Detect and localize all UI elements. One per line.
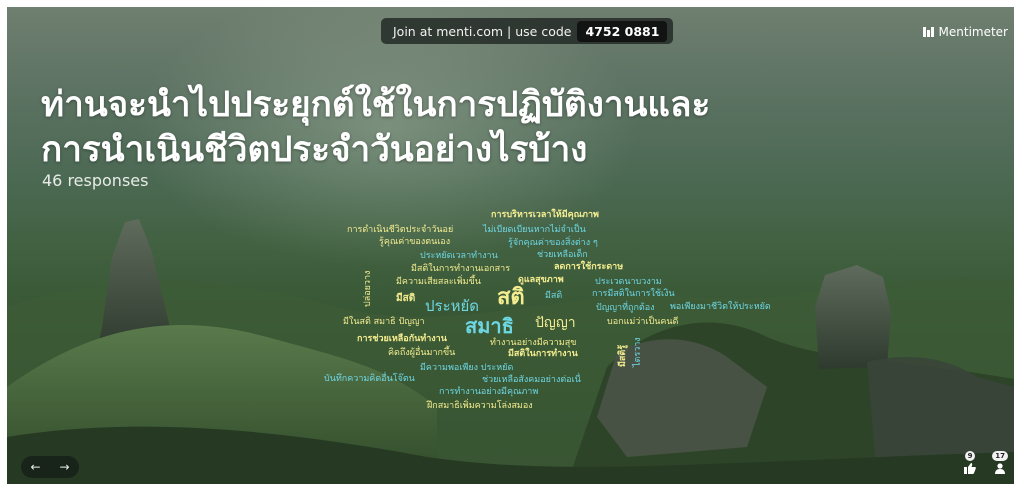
word-cloud-word: มีความเสียสละเพิ่มขึ้น	[396, 277, 481, 287]
word-cloud-word: มีในสติ สมาธิ ปัญญา	[343, 317, 425, 327]
word-cloud-word: บอกแม่ว่าเป็นคนดี	[607, 317, 679, 327]
word-cloud-word: คิดถึงผู้อื่นมากขึ้น	[388, 348, 456, 358]
slide-navigation: ← →	[21, 456, 79, 478]
word-cloud-word: ช่วยเหลือสังคมอย่างต่อเนื่	[482, 375, 581, 385]
reactions-counter[interactable]: 9	[964, 451, 976, 474]
word-cloud-word: มีสติรู้	[618, 344, 628, 367]
presentation-slide: Join at menti.com | use code 4752 0881 M…	[7, 7, 1014, 484]
word-cloud-word: ปัญญาที่ถูกต้อง	[596, 303, 655, 313]
word-cloud-word: ไตรวาง	[633, 337, 643, 367]
word-cloud-word: การมีสติในการใช้เงิน	[592, 289, 675, 299]
word-cloud-word: การบริหารเวลาให้มีคุณภาพ	[491, 210, 599, 220]
word-cloud-word: ประหยัดเวลาทำงาน	[420, 251, 498, 261]
word-cloud-word: รู้คุณค่าของตนเอง	[379, 237, 451, 247]
word-cloud-word: ลดการใช้กระดาษ	[554, 262, 624, 272]
word-cloud-word: พอเพียงมาชีวิตให้ประหยัด	[670, 302, 771, 312]
word-cloud-word: มีสติ	[396, 293, 416, 304]
word-cloud-word: มีสติในการทำงาน	[508, 349, 578, 359]
word-cloud-word: ปัญญา	[535, 315, 576, 331]
word-cloud-word: รู้จักคุณค่าของสิ่งต่าง ๆ	[508, 238, 598, 248]
previous-slide-button[interactable]: ←	[30, 460, 40, 474]
word-cloud-word: มีความพอเพียง ประหยัด	[420, 363, 514, 373]
word-cloud-word: ดูแลสุขภาพ	[518, 275, 564, 285]
word-cloud: การบริหารเวลาให้มีคุณภาพ การดำเนินชีวิตป…	[7, 7, 1014, 484]
thumbs-up-icon	[964, 463, 976, 474]
word-cloud-word: ประหยัด	[425, 297, 480, 315]
word-cloud-word: การทำงานอย่างมีคุณภาพ	[439, 387, 539, 397]
participants-counter[interactable]: 17	[992, 451, 1008, 474]
word-cloud-word: มีสติในการทำงานเอกสาร	[411, 264, 511, 274]
word-cloud-word: ไม่เบียดเบียนหากไม่จำเป็น	[483, 225, 586, 235]
word-cloud-word: การช่วยเหลือกันทำงาน	[357, 334, 447, 344]
person-icon	[995, 463, 1006, 474]
word-cloud-word: ฝึกสมาธิเพิ่มความโล่งสมอง	[427, 401, 533, 411]
word-cloud-word: สมาธิ	[465, 314, 514, 338]
word-cloud-word: สติ	[497, 285, 525, 310]
word-cloud-word: ทำงานอย่างมีความสุข	[490, 338, 577, 348]
reactions-badge: 9	[964, 451, 976, 461]
word-cloud-word: การดำเนินชีวิตประจำวันอย่	[347, 225, 454, 235]
word-cloud-word: มีสติ	[545, 291, 563, 301]
word-cloud-word: ประเวดนาบวงาม	[595, 277, 662, 287]
word-cloud-word: บันทึกความคิดอื่นโจ๊ตน	[324, 374, 415, 384]
participants-badge: 17	[992, 451, 1008, 461]
word-cloud-word: ปล่อยวาง	[363, 270, 373, 307]
word-cloud-word: ช่วยเหลือเด็ก	[537, 250, 588, 260]
next-slide-button[interactable]: →	[59, 460, 69, 474]
